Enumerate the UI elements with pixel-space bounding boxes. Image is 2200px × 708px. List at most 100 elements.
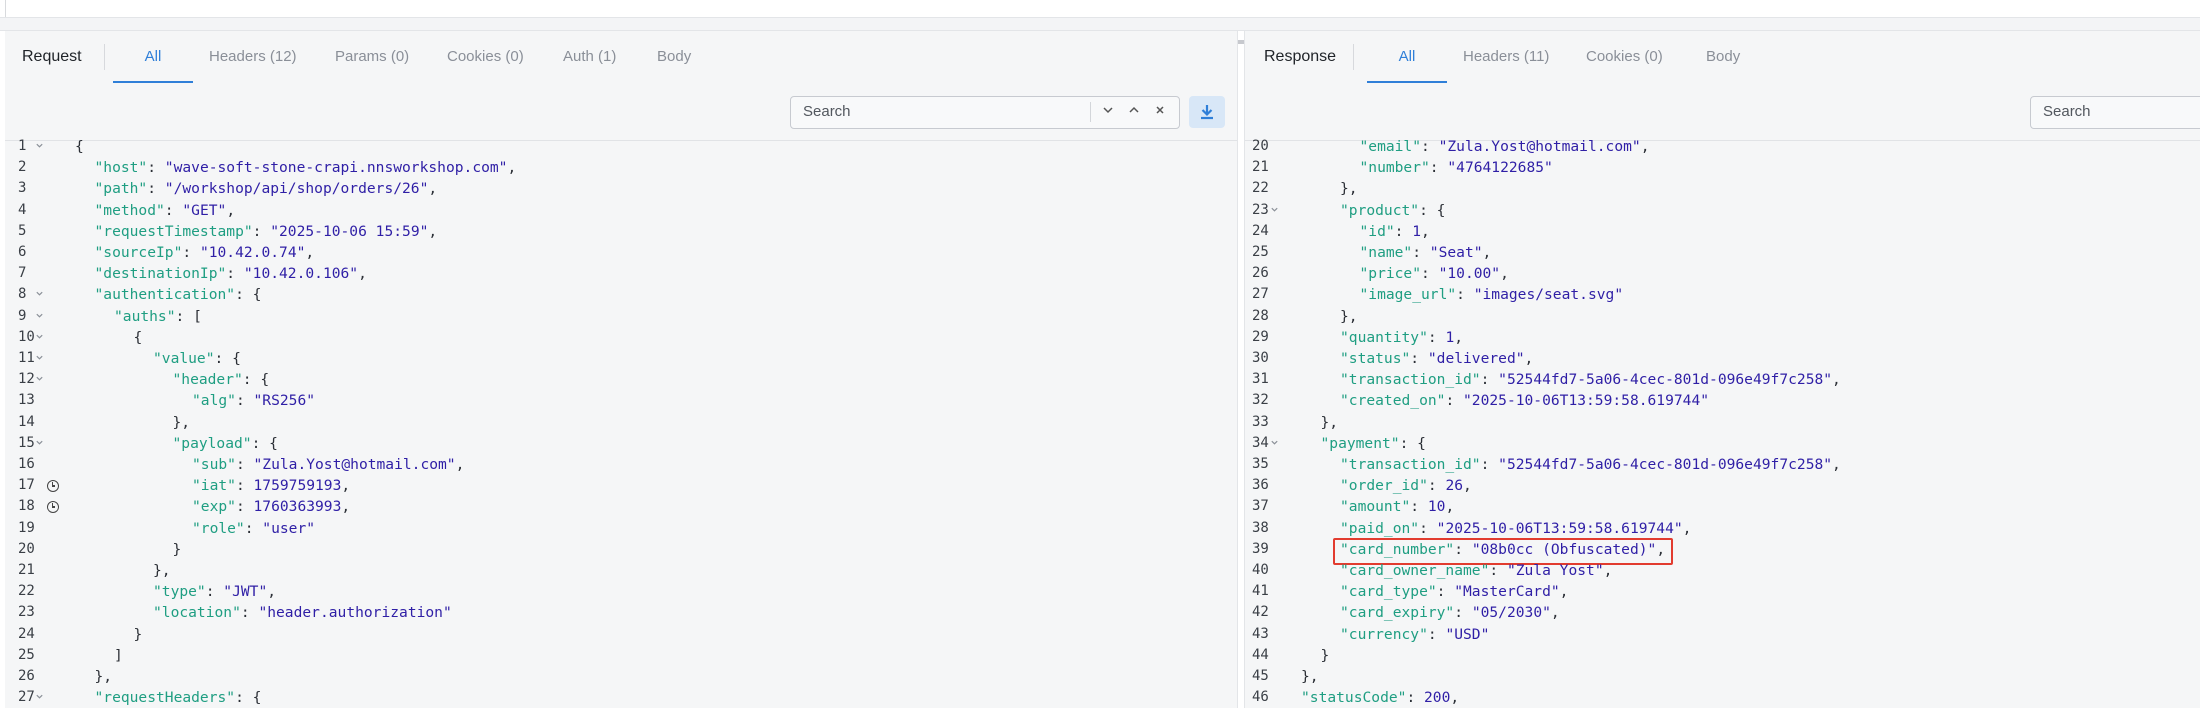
code-line: }, [153,560,171,581]
json-punct: : [244,519,263,537]
request-search-input[interactable]: Search [790,96,1180,129]
tab-headers[interactable]: Headers (12) [209,31,297,82]
code-line: "method": "GET", [95,200,236,221]
json-value: "MasterCard" [1454,583,1560,601]
json-key: "payment" [1320,434,1400,452]
fold-chevron-icon[interactable] [1270,433,1279,454]
json-value: "52544fd7-5a06-4cec-801d-096e49f7c258" [1498,456,1833,473]
tab-body[interactable]: Body [1706,31,1740,82]
json-punct: : { [235,689,262,707]
line-number: 39 [1252,540,1269,557]
json-punct: : { [1399,434,1426,452]
json-key: "payload" [172,434,252,452]
fold-chevron-icon[interactable] [1270,200,1279,221]
line-number: 12 [18,371,35,388]
json-value: "GET" [182,201,227,219]
json-punct: }, [94,668,113,685]
json-key: "card_expiry" [1340,604,1455,622]
divider [1090,102,1091,122]
fold-chevron-icon[interactable] [35,306,44,327]
json-key: "destinationIp" [94,265,227,283]
code-line: "role": "user" [192,518,315,539]
clock-icon[interactable] [47,480,59,493]
json-value: 10 [1427,498,1446,516]
tab-body[interactable]: Body [657,31,691,82]
json-punct: } [172,540,182,558]
code-line: "sub": "Zula.Yost@hotmail.com", [192,454,464,475]
json-punct: : [1421,138,1439,155]
json-punct: { [133,328,143,346]
json-punct: : [1436,583,1455,601]
json-punct: : [235,392,254,410]
json-key: "card_type" [1340,583,1437,601]
window-edge [5,0,6,17]
json-punct: : [ [175,307,202,325]
line-number: 40 [1252,562,1269,578]
response-code-editor[interactable]: 20 "email": "Zula.Yost@hotmail.com", 21 "nu… [1245,138,2200,708]
tab-cookies[interactable]: Cookies (0) [1586,31,1663,82]
json-punct: : [1480,371,1499,389]
tab-headers[interactable]: Headers (11) [1463,31,1549,82]
search-placeholder: Search [803,103,851,120]
fold-chevron-icon[interactable] [35,369,44,390]
tab-auth[interactable]: Auth (1) [563,31,616,82]
line-number: 16 [18,456,35,472]
json-punct: } [1320,646,1330,664]
line-number: 27 [18,689,35,706]
fold-chevron-icon[interactable] [35,136,44,157]
code-line: }, [1301,666,1319,687]
request-code-editor[interactable]: 1 {2 "host": "wave-soft-stone-crapi.nnswor… [5,138,1237,708]
line-number: 17 [18,477,35,494]
code-line: "payment": { [1321,433,1426,454]
json-key: "value" [153,350,215,367]
json-key: "role" [192,519,245,537]
code-line: "value": { [153,348,241,369]
pane-splitter[interactable] [0,18,2200,44]
chevron-down-icon[interactable] [1096,100,1120,124]
line-number: 34 [1252,434,1269,451]
close-icon[interactable] [1148,100,1172,124]
json-value: "4764122685" [1447,159,1553,177]
code-line: "image_url": "images/seat.svg" [1360,284,1624,305]
json-punct: }, [153,562,171,579]
fold-chevron-icon[interactable] [35,348,44,369]
json-key: "requestHeaders" [94,689,236,707]
json-punct: : [1406,689,1425,707]
json-key: "iat" [192,477,236,495]
json-punct: : [1412,244,1430,261]
json-punct: : { [235,286,262,304]
line-number: 29 [1252,328,1269,345]
code-line: "requestHeaders": { [95,687,262,708]
response-search-input[interactable]: Search [2030,96,2200,129]
fold-chevron-icon[interactable] [35,433,44,454]
code-line: "iat": 1759759193, [192,475,350,496]
json-key: "created_on" [1340,392,1446,410]
json-punct: : [1445,392,1464,410]
json-punct: : [182,244,200,261]
clock-icon[interactable] [47,501,59,514]
tab-all[interactable]: All [1367,31,1447,83]
json-key: "id" [1359,222,1395,240]
tab-cookies[interactable]: Cookies (0) [447,31,524,82]
fold-chevron-icon[interactable] [35,284,44,305]
json-punct: : [1421,265,1439,283]
line-number: 23 [18,604,35,621]
code-line: } [1321,645,1330,666]
download-button[interactable] [1189,96,1225,128]
tab-params[interactable]: Params (0) [335,31,409,82]
line-number: 31 [1252,371,1269,388]
chevron-up-icon[interactable] [1122,100,1146,124]
request-panel: Request All Headers (12) Params (0) Cook… [5,31,1238,708]
code-line: "price": "10.00", [1360,263,1509,284]
code-line: "location": "header.authorization" [153,602,452,623]
json-punct: : [235,456,254,473]
code-line: }, [173,412,191,433]
fold-chevron-icon[interactable] [35,327,44,348]
tab-all[interactable]: All [113,31,193,83]
json-value: "delivered" [1427,350,1525,367]
line-number: 10 [18,328,35,345]
json-value: "2025-10-06 15:59" [270,222,429,240]
json-key: "exp" [192,498,236,516]
code-line: "order_id": 26, [1340,475,1472,496]
fold-chevron-icon[interactable] [35,687,44,708]
